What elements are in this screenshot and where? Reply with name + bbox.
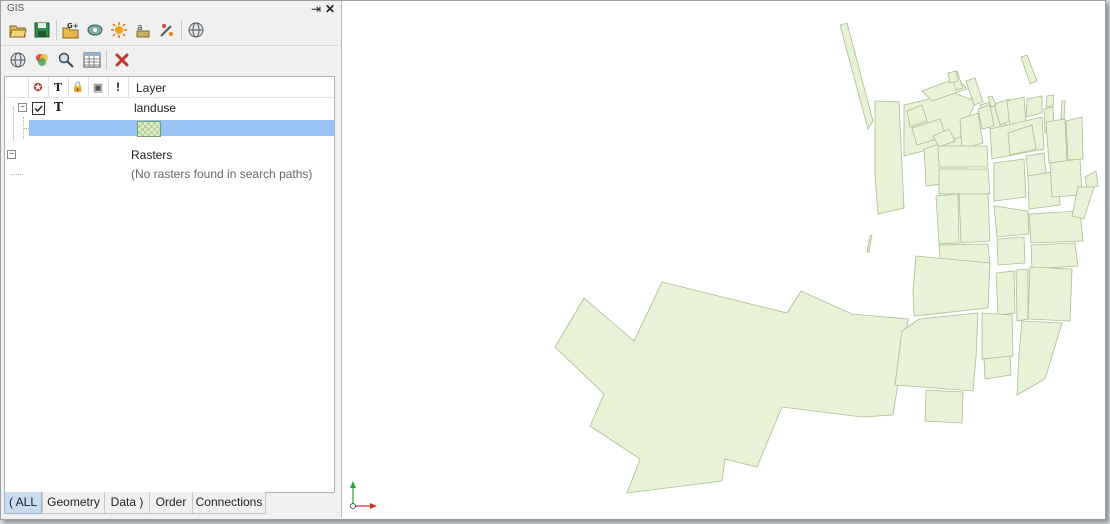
parcel[interactable] xyxy=(1015,268,1029,322)
table-icon[interactable] xyxy=(81,49,103,71)
panel-tabs: ( ALL Geometry Data ) Order Connections xyxy=(4,492,333,514)
parcel[interactable] xyxy=(937,145,989,168)
collapse-toggle-rasters[interactable]: − xyxy=(7,150,16,159)
panel-title: GIS xyxy=(7,3,25,14)
parcel[interactable] xyxy=(993,205,1030,238)
parcel[interactable] xyxy=(993,158,1027,202)
globe-icon[interactable] xyxy=(185,19,207,41)
panel-header: GIS ⇥ ✕ xyxy=(1,1,338,17)
column-warn[interactable]: ! xyxy=(108,77,129,97)
toolbar-main: G+ a xyxy=(1,16,338,44)
parcel[interactable] xyxy=(981,312,1014,360)
parcel[interactable] xyxy=(839,22,874,130)
tab-connections[interactable]: Connections xyxy=(192,492,266,514)
column-spacer xyxy=(5,77,29,97)
rasters-group[interactable]: Rasters xyxy=(131,148,172,162)
landuse-fill-swatch[interactable] xyxy=(137,121,161,137)
parcel[interactable] xyxy=(1084,170,1099,190)
parcel[interactable] xyxy=(874,100,905,215)
column-lock[interactable]: 🔒 xyxy=(68,77,89,97)
tree-line xyxy=(13,107,14,141)
column-text[interactable]: T xyxy=(48,77,69,97)
link-icon[interactable] xyxy=(84,19,106,41)
color-layers-icon[interactable] xyxy=(31,49,53,71)
open-icon[interactable] xyxy=(7,19,29,41)
svg-text:G+: G+ xyxy=(67,22,79,30)
tree-header: ✪ T 🔒 ▣ ! Layer xyxy=(5,77,334,98)
landuse-parcels[interactable] xyxy=(554,22,1099,494)
toolbar-secondary xyxy=(1,45,338,74)
parcel[interactable] xyxy=(958,193,991,244)
landuse-style-row[interactable] xyxy=(29,120,334,137)
close-icon[interactable]: ✕ xyxy=(325,1,335,17)
tree-line xyxy=(23,117,24,139)
parcel[interactable] xyxy=(1016,320,1063,396)
gis-panel: GIS ⇥ ✕ G+ a ✪ T 🔒 ▣ ! Layer − T landuse… xyxy=(1,1,338,519)
wand-icon[interactable] xyxy=(156,19,178,41)
layer-name-landuse[interactable]: landuse xyxy=(134,101,176,115)
separator xyxy=(56,20,57,40)
collapse-toggle-landuse[interactable]: − xyxy=(18,103,27,112)
large-parcel[interactable] xyxy=(554,281,909,494)
column-visible[interactable]: ✪ xyxy=(28,77,49,97)
landuse-text-marker[interactable]: T xyxy=(54,100,63,114)
map-drawing[interactable] xyxy=(342,1,1105,518)
column-layer[interactable]: Layer xyxy=(136,81,166,95)
parcel[interactable] xyxy=(996,236,1026,266)
separator xyxy=(106,50,107,70)
parcel[interactable] xyxy=(995,270,1016,316)
search-icon[interactable] xyxy=(55,49,77,71)
pin-icon[interactable]: ⇥ xyxy=(311,1,321,17)
tab-data[interactable]: Data ) xyxy=(104,492,150,514)
parcel[interactable] xyxy=(1045,118,1068,164)
map-canvas[interactable] xyxy=(341,1,1105,518)
sun-icon[interactable] xyxy=(108,19,130,41)
tree-line xyxy=(11,174,23,175)
parcel[interactable] xyxy=(866,234,873,253)
parcel[interactable] xyxy=(1065,116,1084,161)
parcel[interactable] xyxy=(1025,152,1047,177)
delete-icon[interactable] xyxy=(111,49,133,71)
globe-icon[interactable] xyxy=(7,49,29,71)
app-window: GIS ⇥ ✕ G+ a ✪ T 🔒 ▣ ! Layer − T landuse… xyxy=(0,0,1106,520)
column-snap[interactable]: ▣ xyxy=(88,77,109,97)
parcel[interactable] xyxy=(947,70,959,84)
parcel[interactable] xyxy=(983,355,1012,380)
parcel[interactable] xyxy=(1045,94,1055,108)
parcel[interactable] xyxy=(1020,54,1038,85)
landuse-visible-checkbox[interactable] xyxy=(32,102,45,115)
add-layer-icon[interactable]: G+ xyxy=(60,19,82,41)
parcel[interactable] xyxy=(1025,95,1043,118)
parcel[interactable] xyxy=(938,168,991,195)
separator xyxy=(181,20,182,40)
tab-all[interactable]: ( ALL xyxy=(4,492,42,514)
axis-indicator xyxy=(350,481,377,509)
parcel[interactable] xyxy=(1027,266,1073,322)
tab-geometry[interactable]: Geometry xyxy=(42,492,105,514)
parcel[interactable] xyxy=(1030,242,1079,270)
tab-order[interactable]: Order xyxy=(149,492,193,514)
parcel[interactable] xyxy=(1060,100,1066,120)
label-icon[interactable]: a xyxy=(132,19,154,41)
save-icon[interactable] xyxy=(31,19,53,41)
parcel[interactable] xyxy=(924,389,964,424)
layer-tree: ✪ T 🔒 ▣ ! Layer − T landuse − Rasters (N… xyxy=(4,76,335,493)
rasters-empty-message: (No rasters found in search paths) xyxy=(131,167,313,181)
parcel[interactable] xyxy=(935,193,960,245)
parcel[interactable] xyxy=(912,255,991,317)
